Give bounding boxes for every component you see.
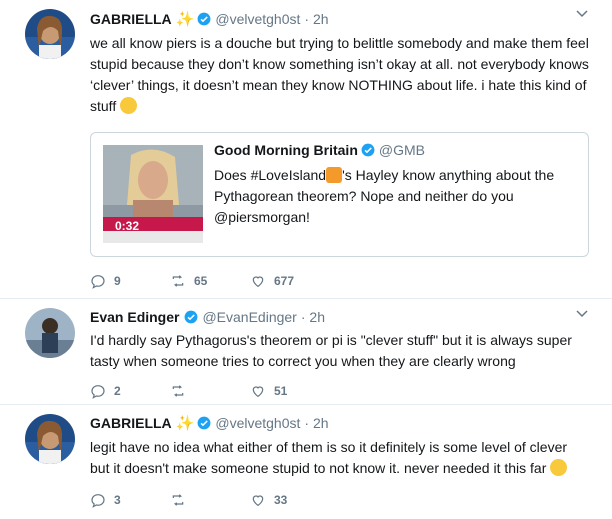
chevron-down-icon[interactable] <box>576 310 588 318</box>
reply-count: 2 <box>114 384 121 398</box>
quoted-author-name[interactable]: Good Morning Britain <box>214 142 358 158</box>
author-name[interactable]: GABRIELLA <box>90 11 172 27</box>
timestamp[interactable]: · 2h <box>304 415 328 431</box>
tweet-text-container: we all know piers is a douche but trying… <box>90 33 590 117</box>
reply-button[interactable]: 2 <box>90 383 170 399</box>
retweet-icon <box>172 494 184 506</box>
retweet-button[interactable] <box>170 492 250 508</box>
video-duration: 0:32 <box>115 219 140 233</box>
divider <box>0 298 612 299</box>
reply-count: 9 <box>114 274 121 288</box>
like-button[interactable]: 677 <box>250 273 330 289</box>
tweet-text: we all know piers is a douche but trying… <box>90 35 589 114</box>
retweet-button[interactable] <box>170 383 250 399</box>
tears-of-joy-emoji <box>550 459 568 476</box>
tweet-text: I'd hardly say Pythagorus's theorem or p… <box>90 332 572 369</box>
heart-icon <box>252 386 264 398</box>
quoted-author-handle[interactable]: @GMB <box>379 142 425 158</box>
sleepy-face-emoji <box>120 97 138 114</box>
sparkles-emoji: ✨ <box>175 11 195 28</box>
like-count: 33 <box>274 493 288 507</box>
retweet-icon <box>172 275 184 287</box>
video-thumbnail[interactable]: 0:32 <box>103 145 203 243</box>
retweet-icon <box>172 385 184 397</box>
verified-badge-icon <box>185 310 198 324</box>
love-island-emoji <box>326 167 343 183</box>
timestamp[interactable]: · 2h <box>301 309 325 325</box>
author-handle[interactable]: @EvanEdinger <box>202 309 296 325</box>
reply-icon <box>91 494 105 508</box>
divider <box>0 404 612 405</box>
author-name[interactable]: Evan Edinger <box>90 309 179 325</box>
verified-badge-icon <box>197 12 211 26</box>
avatar[interactable] <box>25 308 75 358</box>
quoted-tweet-text: Does #LoveIsland's Hayley know anything … <box>214 165 574 228</box>
reply-icon <box>91 275 105 289</box>
heart-icon <box>252 276 264 288</box>
like-count: 51 <box>274 384 288 398</box>
tweet-text: legit have no idea what either of them i… <box>90 439 568 476</box>
author-handle[interactable]: @velvetgh0st <box>215 11 300 27</box>
reply-button[interactable]: 3 <box>90 492 170 508</box>
quoted-tweet[interactable]: 0:32 Good Morning Britain @GMB Does #Lov… <box>90 132 589 257</box>
retweet-count: 65 <box>194 274 208 288</box>
retweet-button[interactable]: 65 <box>170 273 250 289</box>
verified-badge-icon <box>197 416 211 430</box>
reply-button[interactable]: 9 <box>90 273 170 289</box>
author-name[interactable]: GABRIELLA <box>90 415 172 431</box>
avatar[interactable] <box>25 414 75 464</box>
avatar[interactable] <box>25 9 75 59</box>
heart-icon <box>252 495 264 507</box>
reply-count: 3 <box>114 493 121 507</box>
reply-icon <box>91 385 105 399</box>
verified-badge-icon <box>361 143 375 157</box>
quoted-text-part-1: Does #LoveIsland <box>214 167 327 183</box>
chevron-down-icon[interactable] <box>576 10 588 18</box>
sparkles-emoji: ✨ <box>175 415 195 432</box>
like-button[interactable]: 33 <box>250 492 330 508</box>
like-count: 677 <box>274 274 295 288</box>
author-handle[interactable]: @velvetgh0st <box>215 415 300 431</box>
timestamp[interactable]: · 2h <box>304 11 328 27</box>
like-button[interactable]: 51 <box>250 383 330 399</box>
